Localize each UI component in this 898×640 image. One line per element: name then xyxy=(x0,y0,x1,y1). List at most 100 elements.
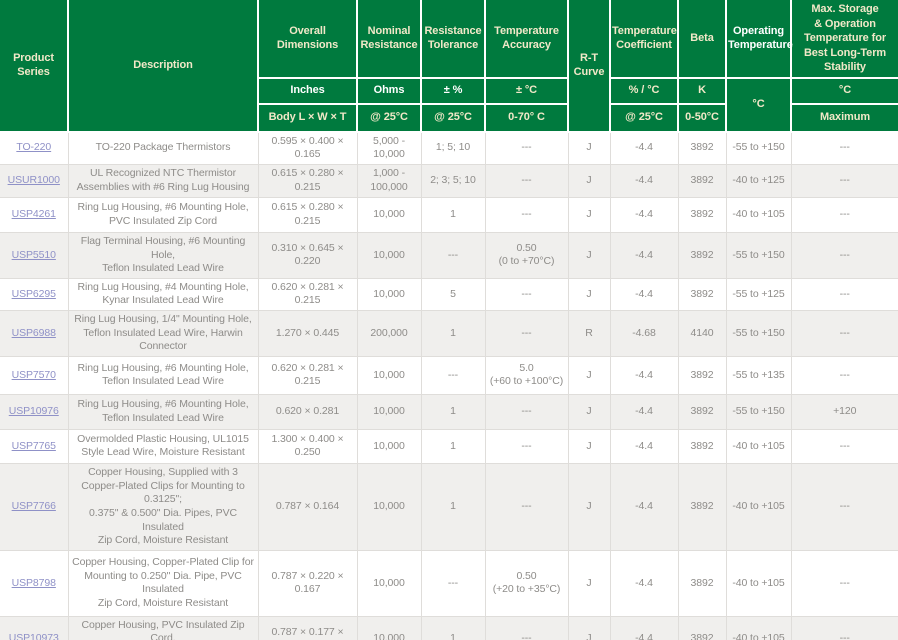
header-resistance-unit: Ohms xyxy=(357,78,421,104)
description-cell: UL Recognized NTC Thermistor Assemblies … xyxy=(68,164,258,197)
product-series-link[interactable]: USP10973 xyxy=(9,632,59,640)
dimensions-cell: 0.595 × 0.400 × 0.165 xyxy=(258,132,357,165)
description-cell: Ring Lug Housing, #6 Mounting Hole, Tefl… xyxy=(68,394,258,429)
table-row: USP10973 Copper Housing, PVC Insulated Zi… xyxy=(0,616,898,640)
operating-temperature-cell: -40 to +105 xyxy=(726,463,791,550)
description-cell: Copper Housing, Copper-Plated Clip for M… xyxy=(68,550,258,616)
header-operating-unit: °C xyxy=(726,78,791,132)
header-resistance-condition: @ 25°C xyxy=(357,104,421,132)
resistance-tolerance-cell: --- xyxy=(421,232,485,278)
operating-temperature-cell: -40 to +105 xyxy=(726,197,791,232)
rt-curve-cell: J xyxy=(568,197,610,232)
temperature-accuracy-cell: --- xyxy=(485,132,568,165)
product-series-cell: USP8798 xyxy=(0,550,68,616)
nominal-resistance-cell: 1,000 - 100,000 xyxy=(357,164,421,197)
product-series-link[interactable]: USP5510 xyxy=(12,249,56,261)
product-series-link[interactable]: USP8798 xyxy=(12,577,56,589)
product-series-link[interactable]: USUR1000 xyxy=(8,174,60,186)
header-beta-condition: 0-50°C xyxy=(678,104,726,132)
product-series-link[interactable]: USP7570 xyxy=(12,369,56,381)
operating-temperature-cell: -55 to +150 xyxy=(726,132,791,165)
max-storage-cell: --- xyxy=(791,356,898,394)
dimensions-cell: 0.310 × 0.645 × 0.220 xyxy=(258,232,357,278)
dimensions-cell: 0.620 × 0.281 × 0.215 xyxy=(258,278,357,310)
table-row: USP6295Ring Lug Housing, #4 Mounting Hol… xyxy=(0,278,898,310)
operating-temperature-cell: -55 to +150 xyxy=(726,232,791,278)
table-row: USP8798 Copper Housing, Copper-Plated Cli… xyxy=(0,550,898,616)
nominal-resistance-cell: 10,000 xyxy=(357,278,421,310)
header-coefficient-unit: % / °C xyxy=(610,78,678,104)
rt-curve-cell: J xyxy=(568,429,610,463)
operating-temperature-cell: -55 to +125 xyxy=(726,278,791,310)
beta-cell: 3892 xyxy=(678,278,726,310)
header-row-labels: Product Series Description Overall Dimen… xyxy=(0,0,898,78)
temperature-accuracy-cell: --- xyxy=(485,278,568,310)
temperature-coefficient-cell: -4.4 xyxy=(610,232,678,278)
header-temperature-coefficient: Temperature Coefficient xyxy=(610,0,678,78)
operating-temperature-cell: -40 to +125 xyxy=(726,164,791,197)
header-accuracy-condition: 0-70° C xyxy=(485,104,568,132)
max-storage-cell: --- xyxy=(791,463,898,550)
temperature-accuracy-cell: --- xyxy=(485,429,568,463)
product-series-link[interactable]: USP7766 xyxy=(12,500,56,512)
product-series-link[interactable]: USP4261 xyxy=(12,208,56,220)
product-series-link[interactable]: USP7765 xyxy=(12,440,56,452)
header-nominal-resistance: Nominal Resistance xyxy=(357,0,421,78)
resistance-tolerance-cell: 1 xyxy=(421,311,485,357)
description-cell: Copper Housing, PVC Insulated Zip Cord, … xyxy=(68,616,258,640)
temperature-accuracy-cell: --- xyxy=(485,164,568,197)
product-series-cell: USP7766 xyxy=(0,463,68,550)
table-header: Product Series Description Overall Dimen… xyxy=(0,0,898,132)
resistance-tolerance-cell: 5 xyxy=(421,278,485,310)
header-tolerance-condition: @ 25°C xyxy=(421,104,485,132)
dimensions-cell: 0.787 × 0.164 xyxy=(258,463,357,550)
temperature-accuracy-cell: 0.50 (0 to +70°C) xyxy=(485,232,568,278)
product-series-cell: USP7765 xyxy=(0,429,68,463)
temperature-coefficient-cell: -4.68 xyxy=(610,311,678,357)
header-coefficient-condition: @ 25°C xyxy=(610,104,678,132)
product-series-cell: USUR1000 xyxy=(0,164,68,197)
temperature-coefficient-cell: -4.4 xyxy=(610,278,678,310)
product-series-cell: USP10973 xyxy=(0,616,68,640)
resistance-tolerance-cell: --- xyxy=(421,550,485,616)
product-series-link[interactable]: USP10976 xyxy=(9,405,59,417)
header-dimensions-condition: Body L × W × T xyxy=(258,104,357,132)
temperature-coefficient-cell: -4.4 xyxy=(610,164,678,197)
resistance-tolerance-cell: 2; 3; 5; 10 xyxy=(421,164,485,197)
dimensions-cell: 1.270 × 0.445 xyxy=(258,311,357,357)
max-storage-cell: --- xyxy=(791,311,898,357)
resistance-tolerance-cell: 1 xyxy=(421,616,485,640)
max-storage-cell: --- xyxy=(791,616,898,640)
product-series-cell: USP6988 xyxy=(0,311,68,357)
temperature-coefficient-cell: -4.4 xyxy=(610,616,678,640)
temperature-coefficient-cell: -4.4 xyxy=(610,356,678,394)
header-tolerance-unit: ± % xyxy=(421,78,485,104)
description-cell: Flag Terminal Housing, #6 Mounting Hole,… xyxy=(68,232,258,278)
temperature-accuracy-cell: --- xyxy=(485,394,568,429)
temperature-accuracy-cell: --- xyxy=(485,197,568,232)
product-series-link[interactable]: USP6295 xyxy=(12,288,56,300)
header-operating-temperature: Operating Temperature xyxy=(726,0,791,78)
beta-cell: 3892 xyxy=(678,164,726,197)
dimensions-cell: 0.615 × 0.280 × 0.215 xyxy=(258,164,357,197)
table-row: USP6988Ring Lug Housing, 1/4" Mounting H… xyxy=(0,311,898,357)
nominal-resistance-cell: 10,000 xyxy=(357,232,421,278)
nominal-resistance-cell: 10,000 xyxy=(357,197,421,232)
nominal-resistance-cell: 10,000 xyxy=(357,463,421,550)
max-storage-cell: --- xyxy=(791,232,898,278)
product-series-link[interactable]: TO-220 xyxy=(16,141,51,153)
resistance-tolerance-cell: 1 xyxy=(421,197,485,232)
table-row: USP7570 Ring Lug Housing, #6 Mounting Hol… xyxy=(0,356,898,394)
nominal-resistance-cell: 10,000 xyxy=(357,616,421,640)
max-storage-cell: --- xyxy=(791,132,898,165)
product-series-link[interactable]: USP6988 xyxy=(12,327,56,339)
rt-curve-cell: J xyxy=(568,550,610,616)
beta-cell: 3892 xyxy=(678,232,726,278)
description-cell: Ring Lug Housing, #6 Mounting Hole, Tefl… xyxy=(68,356,258,394)
temperature-coefficient-cell: -4.4 xyxy=(610,429,678,463)
product-series-cell: USP7570 xyxy=(0,356,68,394)
resistance-tolerance-cell: 1 xyxy=(421,463,485,550)
temperature-coefficient-cell: -4.4 xyxy=(610,197,678,232)
header-beta-unit: K xyxy=(678,78,726,104)
rt-curve-cell: J xyxy=(568,356,610,394)
